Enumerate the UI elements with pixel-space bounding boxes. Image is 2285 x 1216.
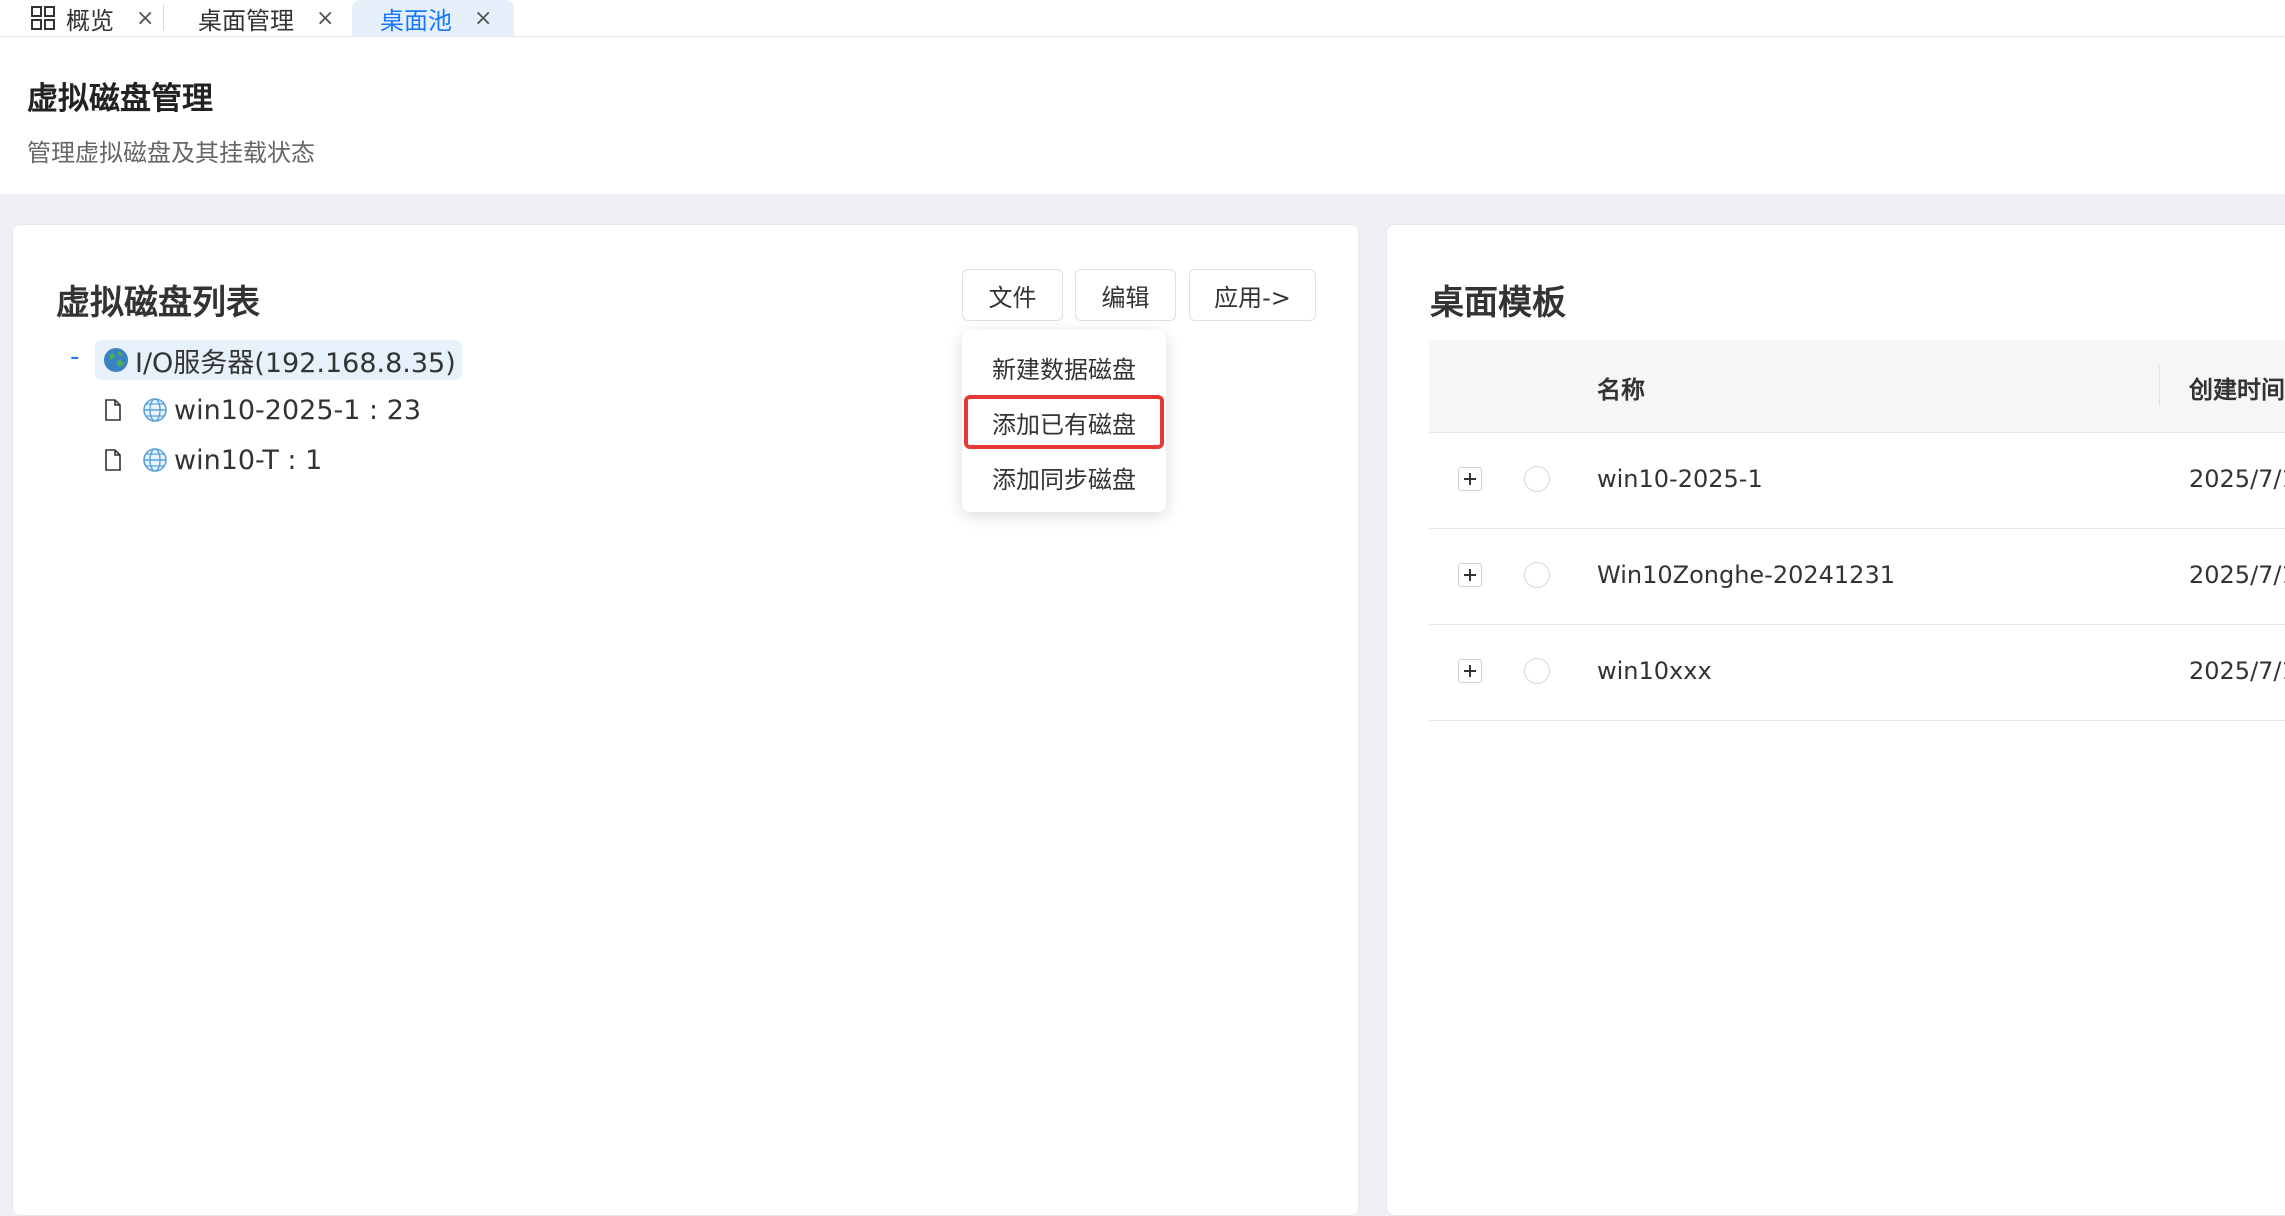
- tab-desktop-pool[interactable]: 桌面池 ×: [352, 0, 515, 36]
- template-name: win10xxx: [1597, 657, 1712, 685]
- tree-node-label: I/O服务器(192.168.8.35): [135, 347, 456, 379]
- globe-icon: [104, 348, 128, 372]
- file-button[interactable]: 文件: [962, 269, 1063, 321]
- template-name: win10-2025-1: [1597, 465, 1763, 493]
- tree-node-io-server[interactable]: I/O服务器(192.168.8.35): [95, 340, 462, 380]
- page-header: 虚拟磁盘管理 管理虚拟磁盘及其挂载状态: [0, 37, 2285, 194]
- template-created: 2025/7/1: [2189, 657, 2285, 685]
- tab-overview[interactable]: 概览 ×: [30, 0, 154, 36]
- tab-divider: [163, 4, 164, 30]
- expand-row-icon[interactable]: [1458, 563, 1482, 587]
- menu-item-add-sync-disk[interactable]: 添加同步磁盘: [962, 452, 1166, 502]
- tree-collapse-toggle[interactable]: -: [70, 342, 79, 372]
- tab-bar: 概览 × 桌面管理 × 桌面池 ×: [0, 0, 2285, 37]
- expand-row-icon[interactable]: [1458, 659, 1482, 683]
- file-icon: [105, 399, 121, 421]
- close-icon[interactable]: ×: [474, 6, 492, 31]
- expand-row-icon[interactable]: [1458, 467, 1482, 491]
- table-row[interactable]: Win10Zonghe-20241231 2025/7/1: [1429, 529, 2285, 625]
- tree-node-disk[interactable]: win10-2025-1 : 23: [104, 390, 421, 430]
- row-radio[interactable]: [1524, 562, 1550, 588]
- tree-node-label: win10-T : 1: [174, 444, 323, 476]
- desktop-template-title: 桌面模板: [1430, 283, 1566, 323]
- tab-desktop-management-label: 桌面管理: [198, 6, 294, 35]
- column-divider[interactable]: [2159, 366, 2160, 406]
- table-header: 名称 创建时间: [1429, 340, 2285, 433]
- grid-icon: [31, 6, 55, 30]
- apply-button[interactable]: 应用->: [1189, 269, 1316, 321]
- table-row[interactable]: win10-2025-1 2025/7/1: [1429, 433, 2285, 529]
- tab-desktop-management[interactable]: 桌面管理 ×: [198, 0, 334, 36]
- file-icon: [105, 449, 121, 471]
- menu-item-new-data-disk[interactable]: 新建数据磁盘: [962, 342, 1166, 392]
- tree-node-disk[interactable]: win10-T : 1: [104, 440, 322, 480]
- network-icon: [143, 448, 167, 472]
- tab-overview-label: 概览: [66, 6, 114, 35]
- row-radio[interactable]: [1524, 466, 1550, 492]
- tree-node-label: win10-2025-1 : 23: [174, 394, 422, 426]
- row-radio[interactable]: [1524, 658, 1550, 684]
- template-created: 2025/7/1: [2189, 465, 2285, 493]
- page-subtitle: 管理虚拟磁盘及其挂载状态: [27, 139, 315, 167]
- disk-list-title: 虚拟磁盘列表: [56, 283, 260, 323]
- network-icon: [143, 398, 167, 422]
- edit-button[interactable]: 编辑: [1075, 269, 1176, 321]
- template-created: 2025/7/1: [2189, 561, 2285, 589]
- column-header-created[interactable]: 创建时间: [2189, 370, 2285, 405]
- column-header-name[interactable]: 名称: [1597, 370, 1645, 405]
- tab-desktop-pool-label: 桌面池: [380, 6, 452, 35]
- page-title: 虚拟磁盘管理: [27, 81, 213, 117]
- template-name: Win10Zonghe-20241231: [1597, 561, 1895, 589]
- table-row[interactable]: win10xxx 2025/7/1: [1429, 625, 2285, 721]
- close-icon[interactable]: ×: [136, 6, 154, 31]
- file-dropdown-menu: 新建数据磁盘 添加已有磁盘 添加同步磁盘: [962, 330, 1166, 512]
- menu-item-add-existing-disk[interactable]: 添加已有磁盘: [964, 395, 1164, 449]
- close-icon[interactable]: ×: [316, 6, 334, 31]
